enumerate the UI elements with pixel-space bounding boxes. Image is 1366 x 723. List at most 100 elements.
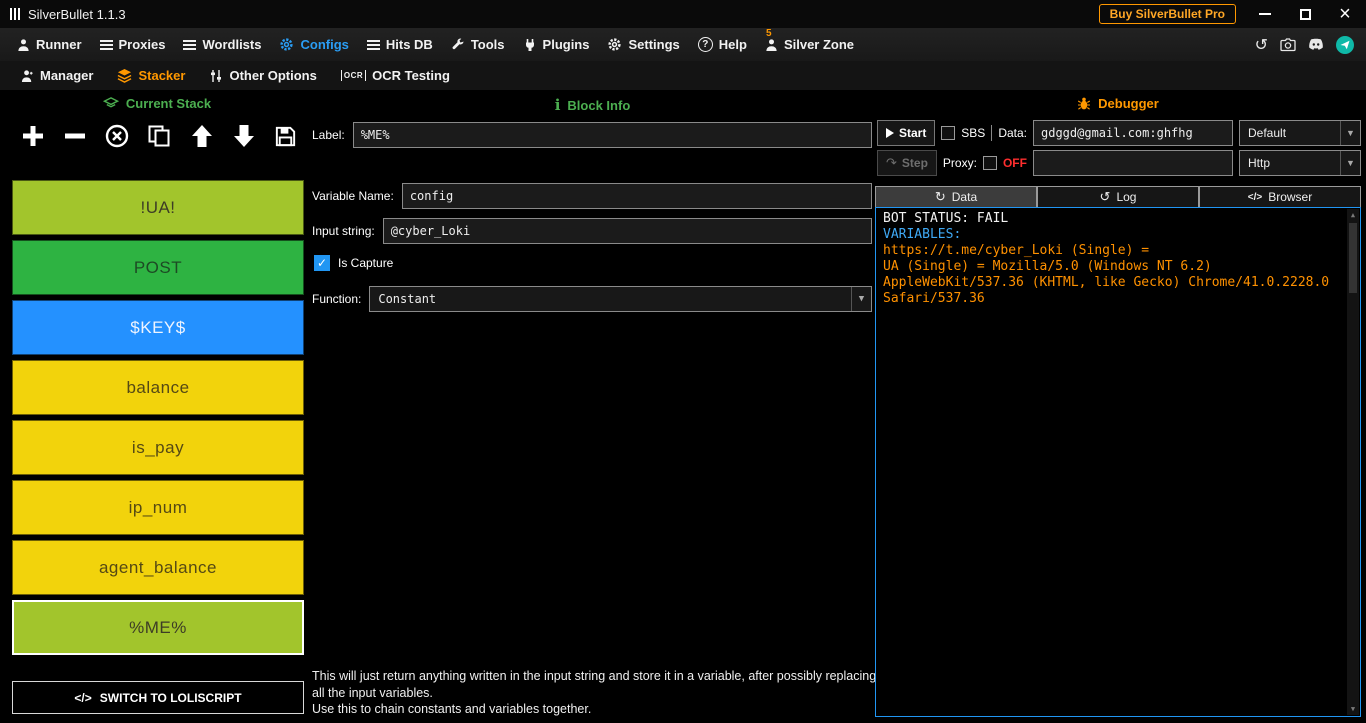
sliders-icon <box>209 69 223 83</box>
submenu-ocr-testing[interactable]: OCR OCR Testing <box>332 68 459 83</box>
description-line-1: This will just return anything written i… <box>312 669 877 700</box>
refresh-icon: ↻ <box>934 189 946 204</box>
scrollbar-thumb[interactable] <box>1349 223 1357 293</box>
settings-gear-icon <box>607 37 622 52</box>
variable-name-input[interactable] <box>401 183 872 209</box>
telegram-icon[interactable] <box>1336 35 1354 54</box>
label-field-label: Label: <box>312 128 345 142</box>
stack-block[interactable]: POST <box>12 240 304 295</box>
switch-button-label: SWITCH TO LOLISCRIPT <box>99 690 242 705</box>
submenu-label: Other Options <box>229 68 317 83</box>
menu-configs[interactable]: Configs <box>270 28 357 61</box>
duplicate-block-button[interactable] <box>146 123 172 149</box>
proxy-label: Proxy: <box>942 156 977 170</box>
minimize-icon <box>1259 13 1271 15</box>
stack-block-selected[interactable]: %ME% <box>12 600 304 655</box>
menu-wordlists[interactable]: Wordlists <box>174 28 270 61</box>
move-down-button[interactable] <box>231 123 257 149</box>
code-icon: </> <box>74 690 92 705</box>
submenu-label: Manager <box>40 68 94 83</box>
block-info-header: i Block Info <box>310 96 875 114</box>
menu-tools[interactable]: Tools <box>442 28 514 61</box>
discord-icon[interactable] <box>1308 38 1324 51</box>
function-select[interactable]: Constant ▼ <box>369 286 872 312</box>
buy-pro-button[interactable]: Buy SilverBullet Pro <box>1098 4 1236 24</box>
menu-proxies[interactable]: Proxies <box>91 28 175 61</box>
input-string-label: Input string: <box>312 224 375 238</box>
plugins-icon <box>523 38 537 52</box>
label-input[interactable] <box>352 122 872 148</box>
help-icon: ? <box>697 37 713 52</box>
data-input[interactable] <box>1033 120 1233 146</box>
add-block-button[interactable] <box>20 123 46 149</box>
clear-stack-button[interactable] <box>104 123 130 149</box>
ocr-icon: OCR <box>340 70 367 81</box>
proxy-checkbox[interactable] <box>982 156 997 170</box>
menu-settings[interactable]: Settings <box>598 28 688 61</box>
stack-block[interactable]: ip_num <box>12 480 304 535</box>
main-content: Current Stack i Block Info Debugger !UA!… <box>0 91 1366 723</box>
menu-help[interactable]: ? Help <box>689 28 756 61</box>
scroll-down-icon[interactable]: ▼ <box>1351 703 1355 715</box>
menu-plugins[interactable]: Plugins <box>514 28 599 61</box>
plus-icon <box>23 126 43 146</box>
tab-browser[interactable]: </> Browser <box>1199 186 1361 207</box>
wordlists-icon <box>183 39 197 50</box>
menu-silver-zone[interactable]: 5 Silver Zone <box>756 28 863 61</box>
history-icon[interactable]: ↺ <box>1255 35 1268 55</box>
start-label: Start <box>899 126 927 140</box>
variable-name-row: Variable Name: <box>312 183 872 209</box>
sbs-checkbox[interactable] <box>941 126 956 140</box>
menu-label: Runner <box>36 37 82 52</box>
save-config-button[interactable] <box>273 124 298 149</box>
stack-block[interactable]: $KEY$ <box>12 300 304 355</box>
log-line: Safari/537.36 <box>883 291 985 306</box>
proxy-input[interactable] <box>1033 150 1233 176</box>
debugger-row-2: ↷ Step Proxy: OFF Http ▼ <box>877 150 1361 176</box>
submenu-stacker[interactable]: Stacker <box>108 68 194 83</box>
stacker-layers-icon <box>117 68 132 83</box>
submenu-other-options[interactable]: Other Options <box>200 68 325 83</box>
is-capture-label: Is Capture <box>338 256 394 270</box>
submenu-label: Stacker <box>138 68 186 83</box>
stack-block[interactable]: balance <box>12 360 304 415</box>
screenshot-camera-icon[interactable] <box>1280 37 1296 52</box>
is-capture-row: ✓ Is Capture <box>314 253 872 273</box>
menu-runner[interactable]: Runner <box>8 28 91 61</box>
wordlist-type-value: Default <box>1248 126 1287 140</box>
debug-scrollbar[interactable]: ▲ ▼ <box>1347 209 1359 715</box>
chevron-down-icon: ▼ <box>851 287 871 311</box>
step-button[interactable]: ↷ Step <box>877 150 937 176</box>
configs-submenu: Manager Stacker Other Options OCR OCR Te… <box>0 61 1366 91</box>
submenu-manager[interactable]: Manager <box>12 68 102 83</box>
tab-log[interactable]: ↺ Log <box>1037 186 1199 207</box>
function-value: Constant <box>378 292 437 306</box>
notification-badge: 5 <box>765 28 772 39</box>
start-button[interactable]: Start <box>877 120 936 146</box>
main-menubar: Runner Proxies Wordlists Configs Hits DB… <box>0 28 1366 61</box>
history-icon: ↺ <box>1099 189 1111 204</box>
log-line: UA (Single) = Mozilla/5.0 (Windows NT 6.… <box>883 259 1212 274</box>
remove-block-button[interactable] <box>62 123 88 149</box>
save-floppy-icon <box>275 126 296 146</box>
stack-block[interactable]: is_pay <box>12 420 304 475</box>
tab-data[interactable]: ↻ Data <box>875 186 1037 207</box>
close-button[interactable]: × <box>1334 4 1356 24</box>
debugger-row1-left: Start SBS Data: <box>877 120 1027 146</box>
switch-to-loliscript-button[interactable]: </> SWITCH TO LOLISCRIPT <box>12 681 304 714</box>
menu-hits-db[interactable]: Hits DB <box>358 28 442 61</box>
wordlist-type-select[interactable]: Default ▼ <box>1239 120 1361 146</box>
input-string-input[interactable] <box>382 218 872 244</box>
stack-block[interactable]: agent_balance <box>12 540 304 595</box>
scroll-up-icon[interactable]: ▲ <box>1351 209 1355 221</box>
menu-label: Help <box>718 37 747 52</box>
stack-block[interactable]: !UA! <box>12 180 304 235</box>
block-stack-list: !UA! POST $KEY$ balance is_pay ip_num ag… <box>12 180 304 660</box>
minimize-button[interactable] <box>1254 4 1276 24</box>
proxy-type-select[interactable]: Http ▼ <box>1239 150 1361 176</box>
maximize-button[interactable] <box>1294 4 1316 24</box>
function-row: Function: Constant ▼ <box>312 286 872 312</box>
move-up-button[interactable] <box>189 123 215 149</box>
is-capture-checkbox[interactable]: ✓ <box>314 255 330 271</box>
debugger-controls: Start SBS Data: Default ▼ ↷ Step <box>877 120 1361 180</box>
